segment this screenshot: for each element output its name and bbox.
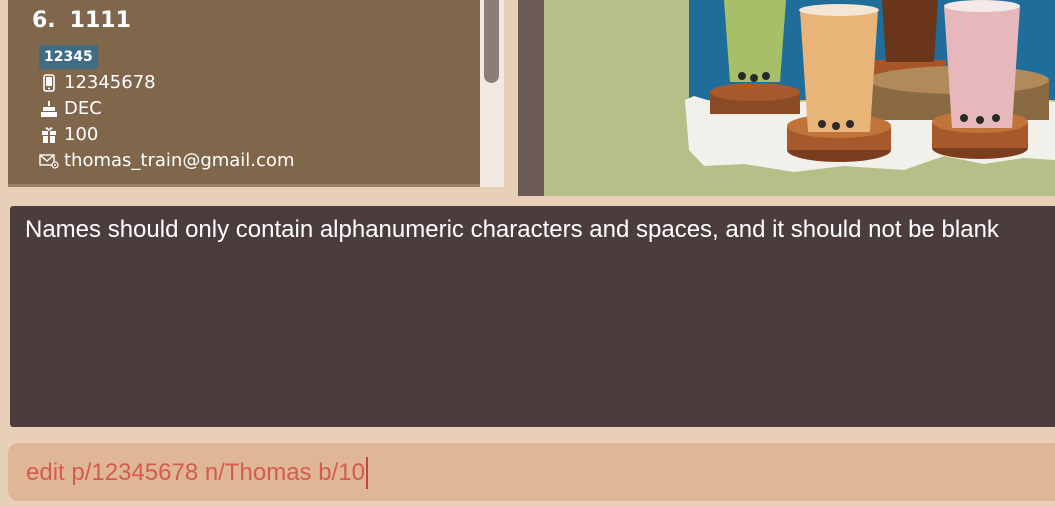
person-list-panel: 6. 1111 12345 12345678 DEC 100 thomas_tr…: [8, 0, 480, 184]
list-scrollbar-thumb[interactable]: [484, 0, 499, 83]
cake-icon: [39, 100, 59, 118]
phone-icon: [39, 73, 59, 92]
email-icon: [39, 153, 59, 169]
text-caret: [365, 457, 368, 489]
result-message: Names should only contain alphanumeric c…: [25, 216, 999, 243]
command-input-text: edit p/12345678 n/Thomas b/10: [26, 459, 365, 486]
card-bottom-border: [8, 184, 480, 187]
person-birthday: DEC: [64, 98, 102, 119]
person-email: thomas_train@gmail.com: [64, 150, 295, 171]
bubble-tea-image: [544, 0, 1055, 196]
panel-divider[interactable]: [518, 0, 544, 196]
panel-gap: [504, 0, 518, 196]
person-birthday-row: DEC: [39, 98, 102, 119]
person-phone: 12345678: [64, 72, 156, 93]
person-email-row: thomas_train@gmail.com: [39, 150, 294, 171]
command-box[interactable]: edit p/12345678 n/Thomas b/10: [8, 443, 1055, 501]
command-input[interactable]: edit p/12345678 n/Thomas b/10: [26, 457, 368, 489]
person-card-title: 6. 1111: [32, 8, 131, 33]
result-display[interactable]: Names should only contain alphanumeric c…: [10, 206, 1055, 427]
person-index: 6.: [32, 8, 56, 33]
person-points: 100: [64, 124, 99, 145]
person-points-row: 100: [39, 124, 98, 145]
person-phone-row: 12345678: [39, 72, 156, 93]
person-name: 1111: [69, 8, 131, 33]
gift-icon: [39, 126, 59, 144]
person-tag-badge: 12345: [39, 45, 98, 69]
